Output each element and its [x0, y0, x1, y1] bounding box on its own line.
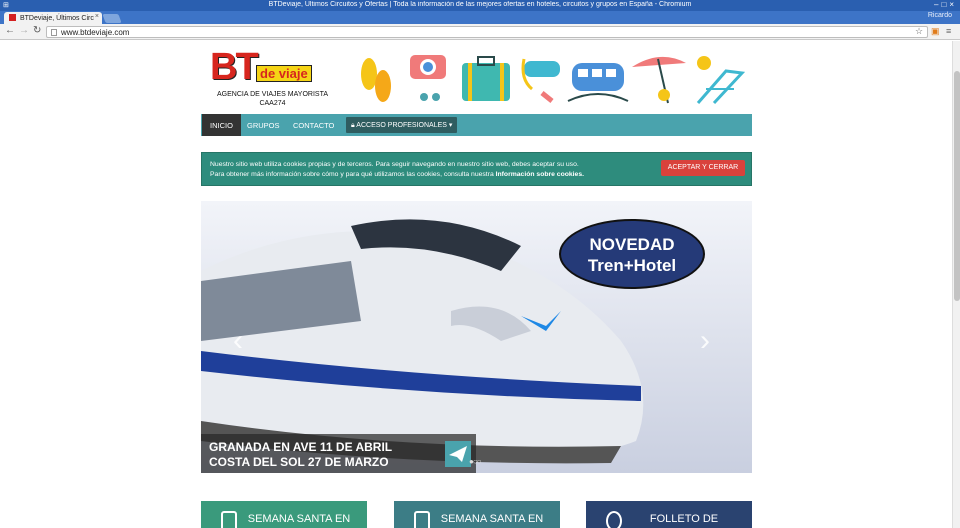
- cookie-text: Nuestro sitio web utiliza cookies propia…: [210, 160, 650, 180]
- sun-icon: [697, 56, 711, 70]
- box-semana-santa-1[interactable]: SEMANA SANTA EN: [201, 501, 367, 528]
- caption-line-2: COSTA DEL SOL 27 DE MARZO: [209, 455, 389, 469]
- browser-tab[interactable]: BTDeviaje, Últimos Circ ×: [4, 12, 102, 24]
- logo-line-2: CAA274: [259, 100, 286, 107]
- scrollbar-thumb[interactable]: [954, 71, 960, 301]
- nav-item-inicio[interactable]: INICIO: [202, 114, 241, 136]
- url-text: www.btdeviaje.com: [61, 28, 130, 37]
- logo-subtitle: AGENCIA DE VIAJES MAYORISTA CAA274: [210, 90, 335, 108]
- site-logo[interactable]: BT de viaje AGENCIA DE VIAJES MAYORISTA …: [210, 47, 335, 112]
- beach-umbrella-icon: [632, 56, 686, 104]
- box-semana-santa-2[interactable]: SEMANA SANTA EN: [394, 501, 560, 528]
- window-title: BTDeviaje, Últimos Circuitos y Ofertas |…: [268, 1, 692, 8]
- box-label-1: SEMANA SANTA EN: [247, 513, 351, 525]
- forward-icon[interactable]: →: [19, 26, 29, 36]
- favicon-icon: [9, 14, 16, 21]
- reload-icon[interactable]: ↻: [33, 26, 41, 36]
- new-tab-button[interactable]: [102, 14, 122, 23]
- cookie-notice: Nuestro sitio web utiliza cookies propia…: [201, 152, 752, 186]
- page-scrollbar[interactable]: [952, 41, 960, 528]
- cookie-line-1: Nuestro sitio web utiliza cookies propia…: [210, 161, 579, 168]
- tab-title: BTDeviaje, Últimos Circ: [19, 15, 94, 22]
- camera-icon: [410, 55, 446, 101]
- paper-plane-icon: [445, 441, 471, 467]
- page-content: BT de viaje AGENCIA DE VIAJES MAYORISTA …: [0, 41, 952, 528]
- train-icon: [567, 63, 629, 102]
- nav-item-contacto[interactable]: CONTACTO: [293, 114, 334, 136]
- page-icon: [51, 29, 57, 36]
- logo-bt: BT: [210, 46, 259, 88]
- address-bar[interactable]: www.btdeviaje.com: [46, 26, 928, 38]
- rss-icon[interactable]: ▣: [931, 26, 940, 37]
- tab-close-icon[interactable]: ×: [95, 13, 99, 20]
- cookie-line-2: Para obtener más información sobre cómo …: [210, 171, 494, 178]
- window-controls[interactable]: –□×: [934, 0, 957, 9]
- window-titlebar: ⊞ BTDeviaje, Últimos Circuitos y Ofertas…: [0, 0, 960, 11]
- slider-dots[interactable]: ●○○: [469, 457, 481, 466]
- snorkel-icon: [521, 58, 560, 103]
- badge-tren-hotel: Tren+Hotel: [587, 256, 677, 275]
- flip-flops-icon: [361, 58, 391, 102]
- profile-name[interactable]: Ricardo: [928, 12, 952, 19]
- slider-next-icon[interactable]: ›: [700, 326, 710, 356]
- logo-line-1: AGENCIA DE VIAJES MAYORISTA: [217, 91, 328, 98]
- menu-icon[interactable]: ≡: [946, 26, 951, 36]
- box-folleto[interactable]: FOLLETO DE: [586, 501, 752, 528]
- lock-icon: 🔒︎: [351, 122, 355, 129]
- caption-line-1: GRANADA EN AVE 11 DE ABRIL: [209, 440, 393, 454]
- nav-item-grupos[interactable]: GRUPOS: [247, 114, 280, 136]
- slide-caption: GRANADA EN AVE 11 DE ABRIL COSTA DEL SOL…: [201, 434, 476, 473]
- accept-cookies-button[interactable]: ACEPTAR Y CERRAR: [661, 160, 745, 176]
- hero-slider: NOVEDAD Tren+Hotel ‹ › GRANADA EN AVE 11…: [201, 201, 752, 473]
- beach-chair-icon: [696, 69, 746, 105]
- badge-novedad: NOVEDAD: [589, 235, 675, 254]
- bookmark-star-icon[interactable]: ☆: [915, 26, 923, 37]
- acceso-label: ACCESO PROFESIONALES: [356, 122, 447, 129]
- tab-strip: BTDeviaje, Últimos Circ × Ricardo: [0, 11, 960, 24]
- acceso-profesionales-dropdown[interactable]: 🔒︎ ACCESO PROFESIONALES ▾: [346, 117, 458, 133]
- travel-icons-banner: [361, 55, 746, 105]
- back-icon[interactable]: ←: [5, 26, 15, 36]
- box-label-3: FOLLETO DE: [649, 513, 719, 525]
- suitcase-icon: [462, 56, 510, 101]
- logo-de-viaje: de viaje: [256, 65, 312, 82]
- slider-prev-icon[interactable]: ‹: [233, 326, 243, 356]
- novedad-badge: NOVEDAD Tren+Hotel: [559, 219, 705, 289]
- caret-down-icon: ▾: [448, 122, 453, 129]
- box-label-2: SEMANA SANTA EN: [440, 513, 544, 525]
- browser-toolbar: ← → ↻ www.btdeviaje.com ☆ ▣ ≡: [0, 24, 960, 40]
- cookie-info-link[interactable]: Información sobre cookies.: [496, 171, 584, 178]
- main-navigation: INICIO GRUPOS CONTACTO 🔒︎ ACCESO PROFESI…: [201, 114, 752, 136]
